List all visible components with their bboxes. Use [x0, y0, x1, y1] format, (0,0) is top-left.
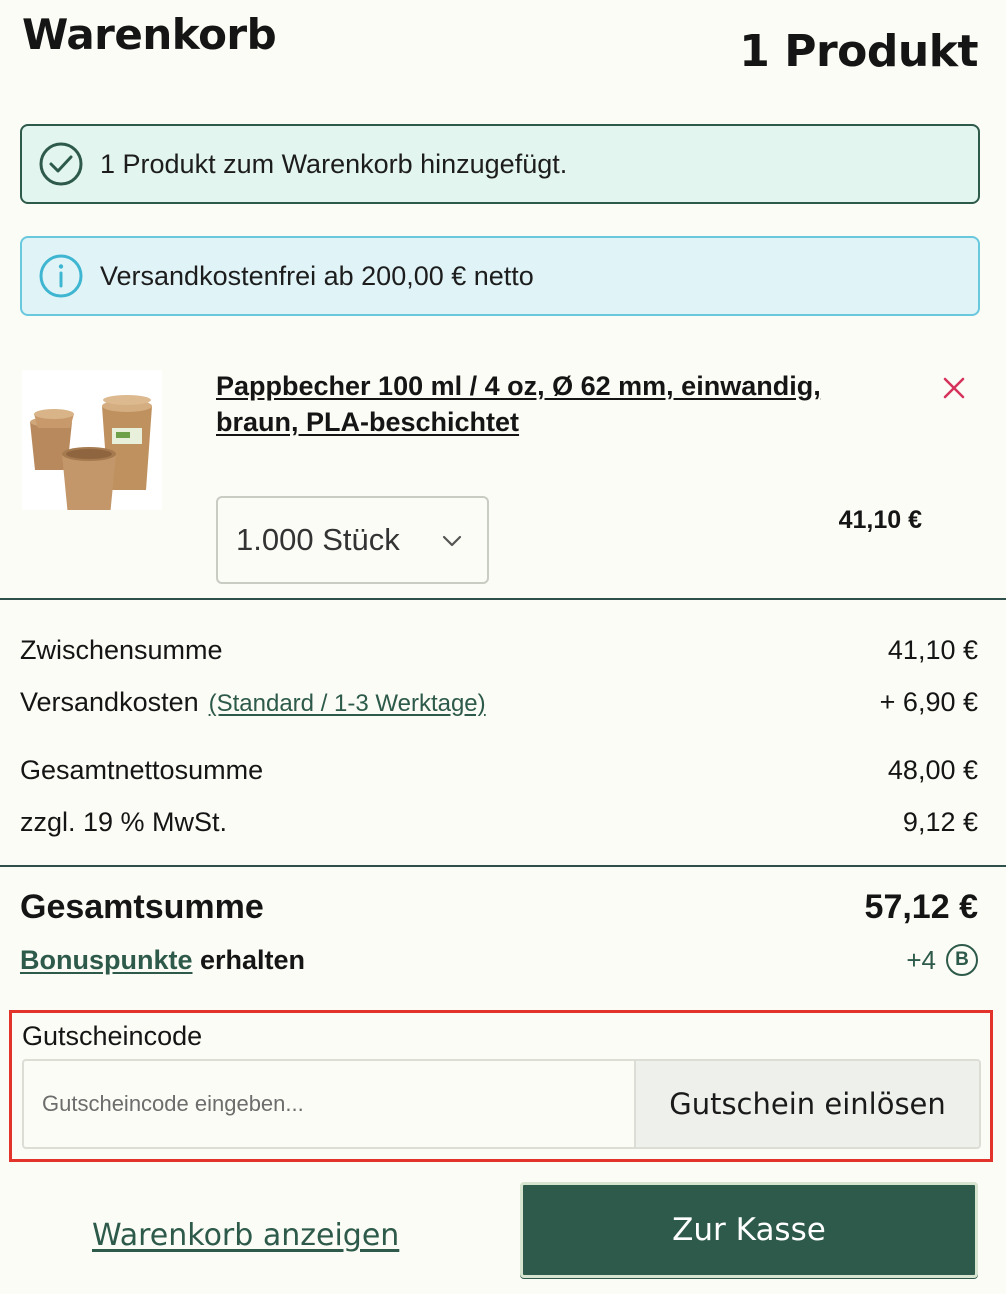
show-cart-link[interactable]: Warenkorb anzeigen	[92, 1218, 399, 1253]
quantity-select[interactable]: 1.000 Stück	[216, 496, 489, 584]
subtotal-value: 41,10 €	[887, 634, 978, 665]
grand-total-row: Gesamtsumme 57,12 €	[20, 888, 978, 927]
subtotal-row: Zwischensumme 41,10 €	[20, 632, 978, 668]
product-count: 1 Produkt	[739, 26, 978, 77]
bonus-value: +4	[906, 944, 936, 975]
quantity-value: 1.000 Stück	[236, 522, 400, 557]
grand-total-label: Gesamtsumme	[20, 888, 264, 926]
voucher-section: Gutscheincode Gutschein einlösen	[9, 1010, 993, 1162]
vat-row: zzgl. 19 % MwSt. 9,12 €	[20, 804, 978, 840]
vat-value: 9,12 €	[902, 806, 978, 837]
info-message: Versandkostenfrei ab 200,00 € netto	[100, 260, 534, 291]
page-title: Warenkorb	[22, 10, 277, 59]
divider	[0, 598, 1006, 600]
net-total-value: 48,00 €	[887, 754, 978, 785]
bonus-row: Bonuspunkte erhalten +4 B	[20, 944, 978, 976]
divider	[0, 865, 1006, 867]
bonus-coin-icon: B	[946, 944, 978, 976]
chevron-down-icon	[442, 535, 462, 547]
voucher-input[interactable]	[22, 1059, 636, 1149]
voucher-label: Gutscheincode	[22, 1021, 203, 1051]
shipping-value: + 6,90 €	[879, 686, 978, 717]
product-image[interactable]	[22, 370, 162, 510]
bonus-points: +4 B	[906, 944, 978, 976]
product-name-link[interactable]: Pappbecher 100 ml / 4 oz, Ø 62 mm, einwa…	[216, 368, 876, 440]
info-circle-icon	[39, 254, 83, 298]
success-alert: 1 Produkt zum Warenkorb hinzugefügt.	[20, 124, 980, 204]
cart-panel: Warenkorb 1 Produkt 1 Produkt zum Warenk…	[0, 0, 1006, 1294]
checkout-button[interactable]: Zur Kasse	[520, 1182, 978, 1278]
product-price: 41,10 €	[838, 506, 922, 534]
net-total-label: Gesamtnettosumme	[20, 754, 264, 785]
shipping-label: Versandkosten	[20, 686, 199, 717]
cart-line-item: Pappbecher 100 ml / 4 oz, Ø 62 mm, einwa…	[0, 350, 1006, 600]
subtotal-label: Zwischensumme	[20, 634, 223, 665]
redeem-voucher-button[interactable]: Gutschein einlösen	[634, 1059, 981, 1149]
vat-label: zzgl. 19 % MwSt.	[20, 806, 228, 837]
shipping-label-group: Versandkosten (Standard / 1-3 Werktage)	[20, 687, 486, 718]
bonus-points-link[interactable]: Bonuspunkte	[20, 945, 193, 975]
net-total-row: Gesamtnettosumme 48,00 €	[20, 752, 978, 788]
shipping-method-link[interactable]: (Standard / 1-3 Werktage)	[209, 690, 486, 717]
close-icon[interactable]	[940, 374, 968, 402]
bonus-text: erhalten	[192, 944, 306, 975]
cart-header: Warenkorb 1 Produkt	[22, 10, 978, 82]
bonus-label: Bonuspunkte erhalten	[20, 945, 305, 976]
shipping-row: Versandkosten (Standard / 1-3 Werktage) +…	[20, 684, 978, 720]
success-message: 1 Produkt zum Warenkorb hinzugefügt.	[100, 148, 568, 179]
grand-total-value: 57,12 €	[864, 888, 978, 926]
check-circle-icon	[39, 142, 83, 186]
info-alert: Versandkostenfrei ab 200,00 € netto	[20, 236, 980, 316]
